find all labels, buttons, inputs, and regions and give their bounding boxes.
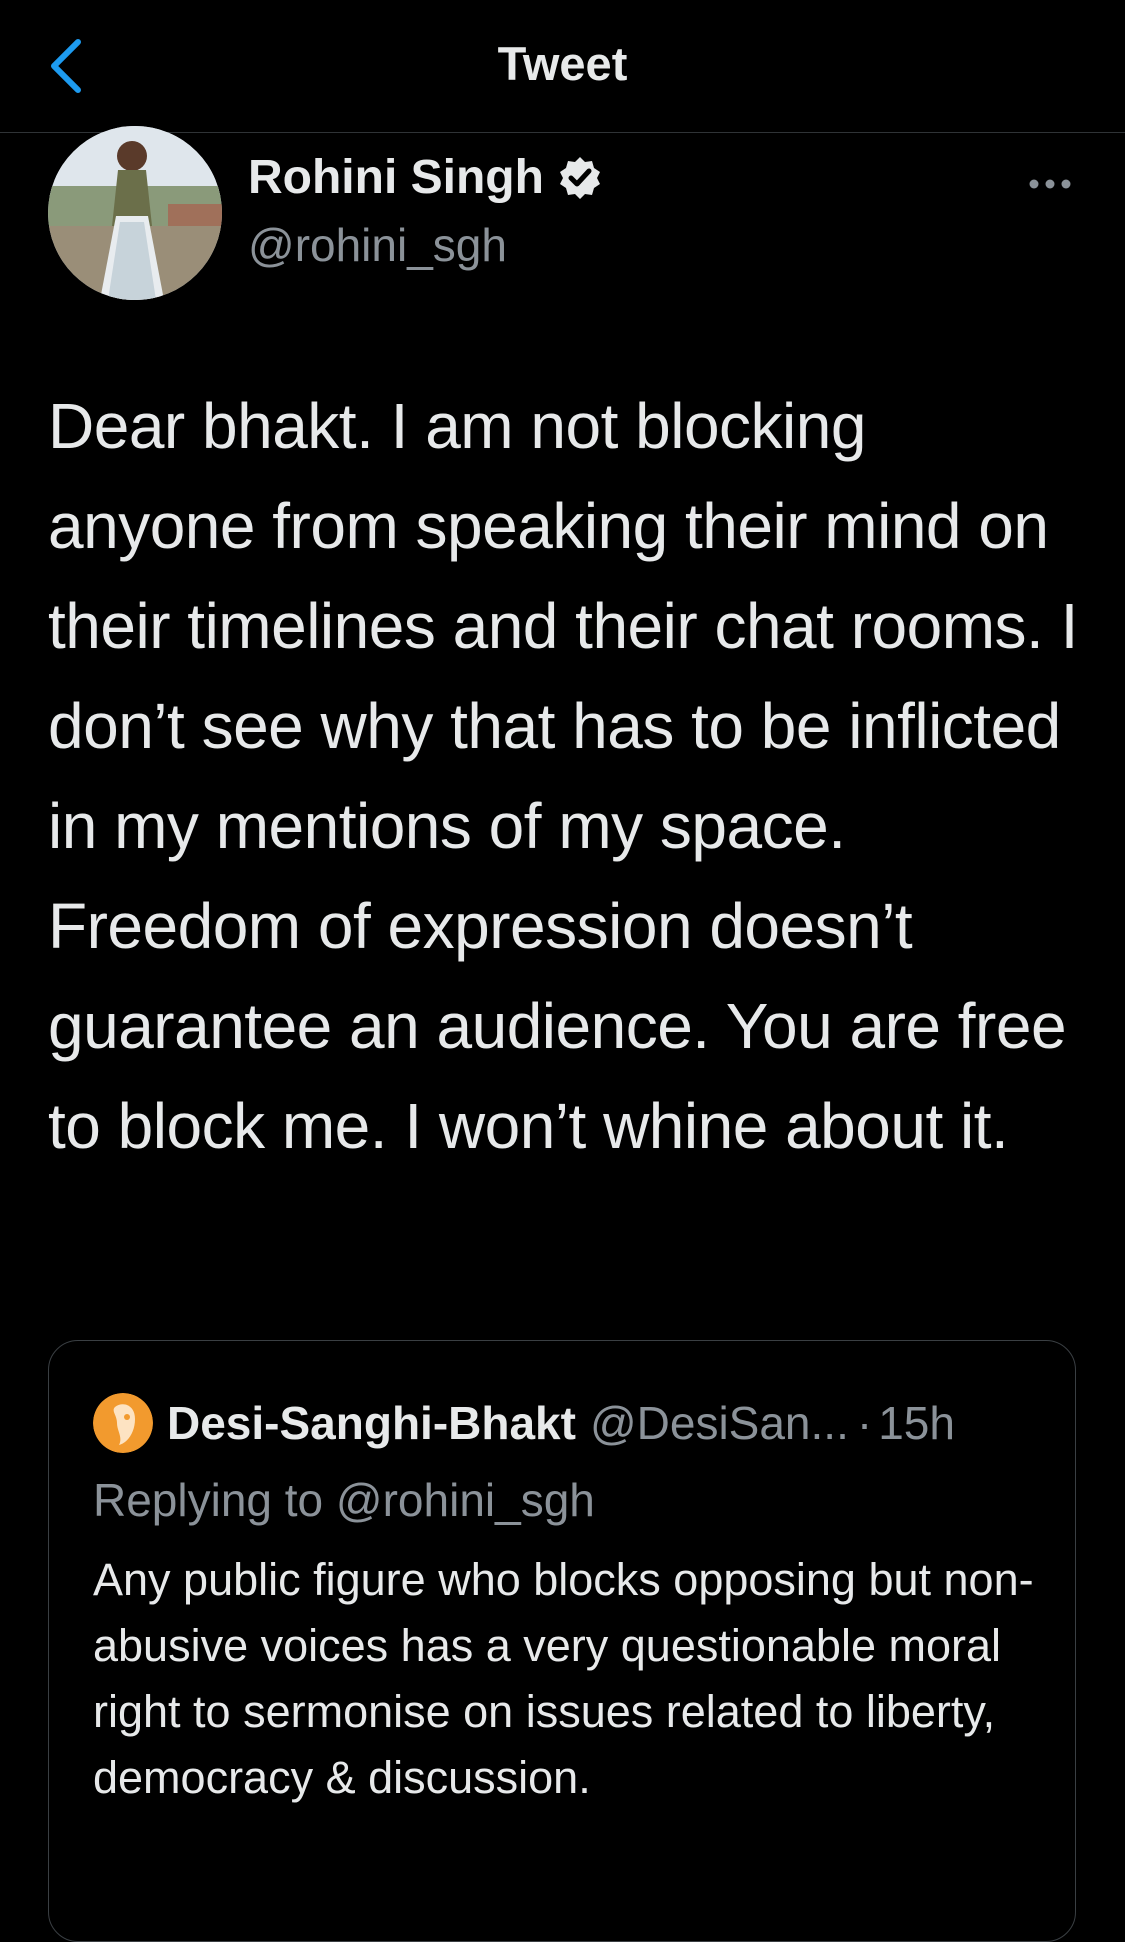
separator-dot: · bbox=[856, 1397, 873, 1449]
ellipsis-icon bbox=[1029, 179, 1071, 189]
quoted-author-name: Desi-Sanghi-Bhakt bbox=[167, 1397, 576, 1449]
quoted-tweet-text: Any public figure who blocks opposing bu… bbox=[93, 1554, 1034, 1803]
author-handle[interactable]: @rohini_sgh bbox=[248, 218, 507, 272]
replying-to-label: Replying to @rohini_sgh bbox=[93, 1474, 595, 1526]
quoted-timestamp: 15h bbox=[878, 1397, 955, 1449]
verified-badge-icon bbox=[559, 156, 600, 199]
quoted-author-handle: @DesiSan... bbox=[589, 1397, 849, 1449]
page-title: Tweet bbox=[497, 37, 628, 90]
author-name[interactable]: Rohini Singh bbox=[248, 150, 544, 205]
author-name-row[interactable]: Rohini Singh bbox=[248, 150, 604, 205]
quoted-author-avatar bbox=[93, 1393, 153, 1453]
author-avatar[interactable] bbox=[48, 126, 222, 300]
more-options-button[interactable] bbox=[1020, 164, 1080, 204]
nav-bar: Tweet bbox=[0, 0, 1125, 133]
tweet-text: Dear bhakt. I am not blocking anyone fro… bbox=[48, 390, 1078, 1162]
avatar-photo bbox=[48, 126, 222, 300]
quoted-tweet-header: Desi-Sanghi-Bhakt @DesiSan... · 15h bbox=[93, 1393, 955, 1453]
quoted-tweet-card[interactable]: Desi-Sanghi-Bhakt @DesiSan... · 15h Repl… bbox=[48, 1340, 1076, 1942]
